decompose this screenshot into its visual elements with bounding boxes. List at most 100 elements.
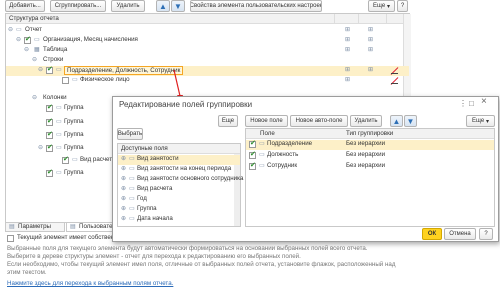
more-label: Еще	[373, 3, 386, 9]
tree-header-label: Структура отчета	[9, 15, 59, 22]
settings-icon: ⊞	[345, 47, 351, 53]
tree-item-label: Вид расчета	[80, 156, 116, 163]
tree-item-label: Группа	[64, 104, 84, 111]
group-button[interactable]: Сгруппировать...	[50, 0, 106, 12]
collapse-icon: ⊖	[38, 67, 44, 73]
tree-item-label: Колонки	[43, 94, 67, 101]
tree-row-org-month[interactable]: ⊖ ▭ Организация, Месяц начисления ⊞ ⊞	[6, 35, 409, 46]
dialog-move-down-button[interactable]: ▼	[404, 115, 417, 127]
field-icon: ▭	[129, 186, 135, 192]
tree-item-label: Группа	[64, 118, 84, 125]
ok-button[interactable]: ОК	[422, 228, 442, 240]
settings-icon: ⊞	[345, 77, 351, 83]
field-icon: ▭	[129, 176, 135, 182]
info-text: этим текстом.	[7, 269, 47, 276]
row-checkbox[interactable]	[62, 77, 69, 84]
field-icon: ▭	[259, 152, 265, 158]
choose-button[interactable]: Выбрать	[117, 128, 143, 140]
row-checkbox[interactable]	[24, 35, 31, 44]
grouping-type-cell: Без иерархии	[346, 140, 386, 147]
delete-button[interactable]: Удалить	[111, 0, 145, 12]
close-icon[interactable]: ×	[481, 97, 487, 107]
settings-icon: ⊞	[368, 37, 374, 43]
available-fields-list: Доступные поля ⊕ ▭ Вид занятости ⊕ ▭ Вид зан…	[117, 143, 243, 227]
column-divider	[386, 14, 387, 24]
row-checkbox[interactable]	[46, 168, 53, 177]
tree-item-label: Группа	[64, 144, 84, 151]
column-label: Тип группировки	[346, 130, 394, 137]
right-more-button[interactable]: Еще ▾	[466, 115, 495, 127]
table-row[interactable]: ▭ Сотрудник Без иерархии	[246, 161, 494, 172]
row-checkbox[interactable]	[46, 65, 53, 74]
dialog-help-button[interactable]: ?	[479, 228, 493, 240]
cancel-button[interactable]: Отмена	[444, 228, 476, 240]
collapse-icon: ⊖	[24, 47, 30, 53]
settings-icon: ⊞	[345, 37, 351, 43]
tree-row-report[interactable]: ⊖ ▭ Отчет ⊞ ⊞	[6, 26, 409, 36]
info-text: Выбранные поля для текущего элемента буд…	[7, 245, 368, 252]
tab-params[interactable]: ▤ Параметры	[5, 222, 65, 232]
row-checkbox[interactable]	[46, 117, 53, 126]
available-fields-header: Доступные поля	[118, 144, 240, 154]
tree-row-table[interactable]: ⊖ ▦ Таблица ⊞ ⊞	[6, 46, 409, 56]
arrow-down-icon: ▼	[174, 1, 182, 11]
tree-item-label: Физическое лицо	[80, 76, 130, 83]
field-icon: ▭	[129, 206, 135, 212]
field-label: Вид расчета	[137, 185, 173, 192]
new-auto-field-button[interactable]: Новое авто-поле	[290, 115, 348, 127]
field-item[interactable]: ⊕ ▭ Вид расчета	[118, 185, 240, 195]
table-row[interactable]: ▭ Должность Без иерархии	[246, 150, 494, 161]
field-item[interactable]: ⊕ ▭ Дата начала	[118, 215, 240, 225]
help-button[interactable]: ?	[397, 0, 408, 12]
field-item[interactable]: ⊕ ▭ Год	[118, 195, 240, 205]
field-item[interactable]: ⊕ ▭ Вид занятости основного сотрудника	[118, 175, 243, 185]
field-label: Дата начала	[137, 215, 173, 222]
expand-icon: ⊕	[121, 216, 127, 222]
grouping-type-cell: Без иерархии	[346, 162, 386, 169]
tree-row-dept-pos-emp[interactable]: ⊖ ▭ Подразделение, Должность, Сотрудник …	[6, 65, 409, 76]
dialog-delete-button[interactable]: Удалить	[350, 115, 382, 127]
row-checkbox[interactable]	[249, 139, 256, 148]
maximize-icon[interactable]: □	[469, 100, 474, 108]
settings-icon: ⊞	[368, 47, 374, 53]
more-button[interactable]: Еще ▾	[368, 0, 395, 12]
new-field-button[interactable]: Новое поле	[245, 115, 288, 127]
dialog-move-up-button[interactable]: ▲	[390, 115, 403, 127]
arrow-down-icon: ▼	[406, 116, 415, 126]
grouping-icon: ▭	[72, 157, 78, 163]
report-icon: ▭	[16, 27, 22, 33]
row-checkbox[interactable]	[46, 103, 53, 112]
column-divider	[358, 14, 359, 24]
row-checkbox[interactable]	[62, 155, 69, 164]
element-properties-button[interactable]: Свойства элемента пользовательских настр…	[190, 0, 322, 12]
dialog-menu-icon[interactable]: ⋮	[459, 100, 467, 108]
field-label: Вид занятости	[137, 155, 179, 162]
row-checkbox[interactable]	[46, 143, 53, 152]
grouping-icon: ▭	[56, 132, 62, 138]
own-fields-checkbox[interactable]	[7, 235, 14, 242]
go-to-report-fields-link[interactable]: Нажмите здесь для перехода к выбранным п…	[7, 280, 173, 288]
dialog-title: Редактирование полей группировки	[119, 100, 253, 109]
field-icon: ▭	[129, 196, 135, 202]
row-checkbox[interactable]	[249, 150, 256, 159]
field-item[interactable]: ⊕ ▭ Группа	[118, 205, 240, 215]
field-cell: Сотрудник	[267, 162, 298, 169]
tree-row-rows[interactable]: ⊖ Строки	[6, 56, 409, 66]
field-item[interactable]: ⊕ ▭ Вид занятости	[118, 155, 240, 165]
tree-row-person[interactable]: ▭ Физическое лицо ⊞	[6, 76, 409, 86]
row-checkbox[interactable]	[46, 130, 53, 139]
row-checkbox[interactable]	[249, 161, 256, 170]
edit-grouping-fields-dialog: Редактирование полей группировки ⋮ □ × Е…	[112, 96, 499, 242]
field-label: Вид занятости на конец периода	[137, 165, 232, 172]
expand-icon: ⊕	[121, 196, 127, 202]
table-row[interactable]: ▭ Подразделение Без иерархии	[246, 139, 494, 150]
add-button[interactable]: Добавить...	[5, 0, 45, 12]
tree-item-label: Строки	[43, 56, 64, 63]
info-text: Если необходимо, чтобы текущий элемент и…	[7, 261, 396, 268]
move-down-button[interactable]: ▼	[171, 0, 185, 12]
field-icon: ▭	[129, 156, 135, 162]
move-up-button[interactable]: ▲	[156, 0, 170, 12]
tree-item-label: Таблица	[43, 46, 68, 53]
field-item[interactable]: ⊕ ▭ Вид занятости на конец периода	[118, 165, 240, 175]
grouping-icon: ▭	[56, 105, 62, 111]
